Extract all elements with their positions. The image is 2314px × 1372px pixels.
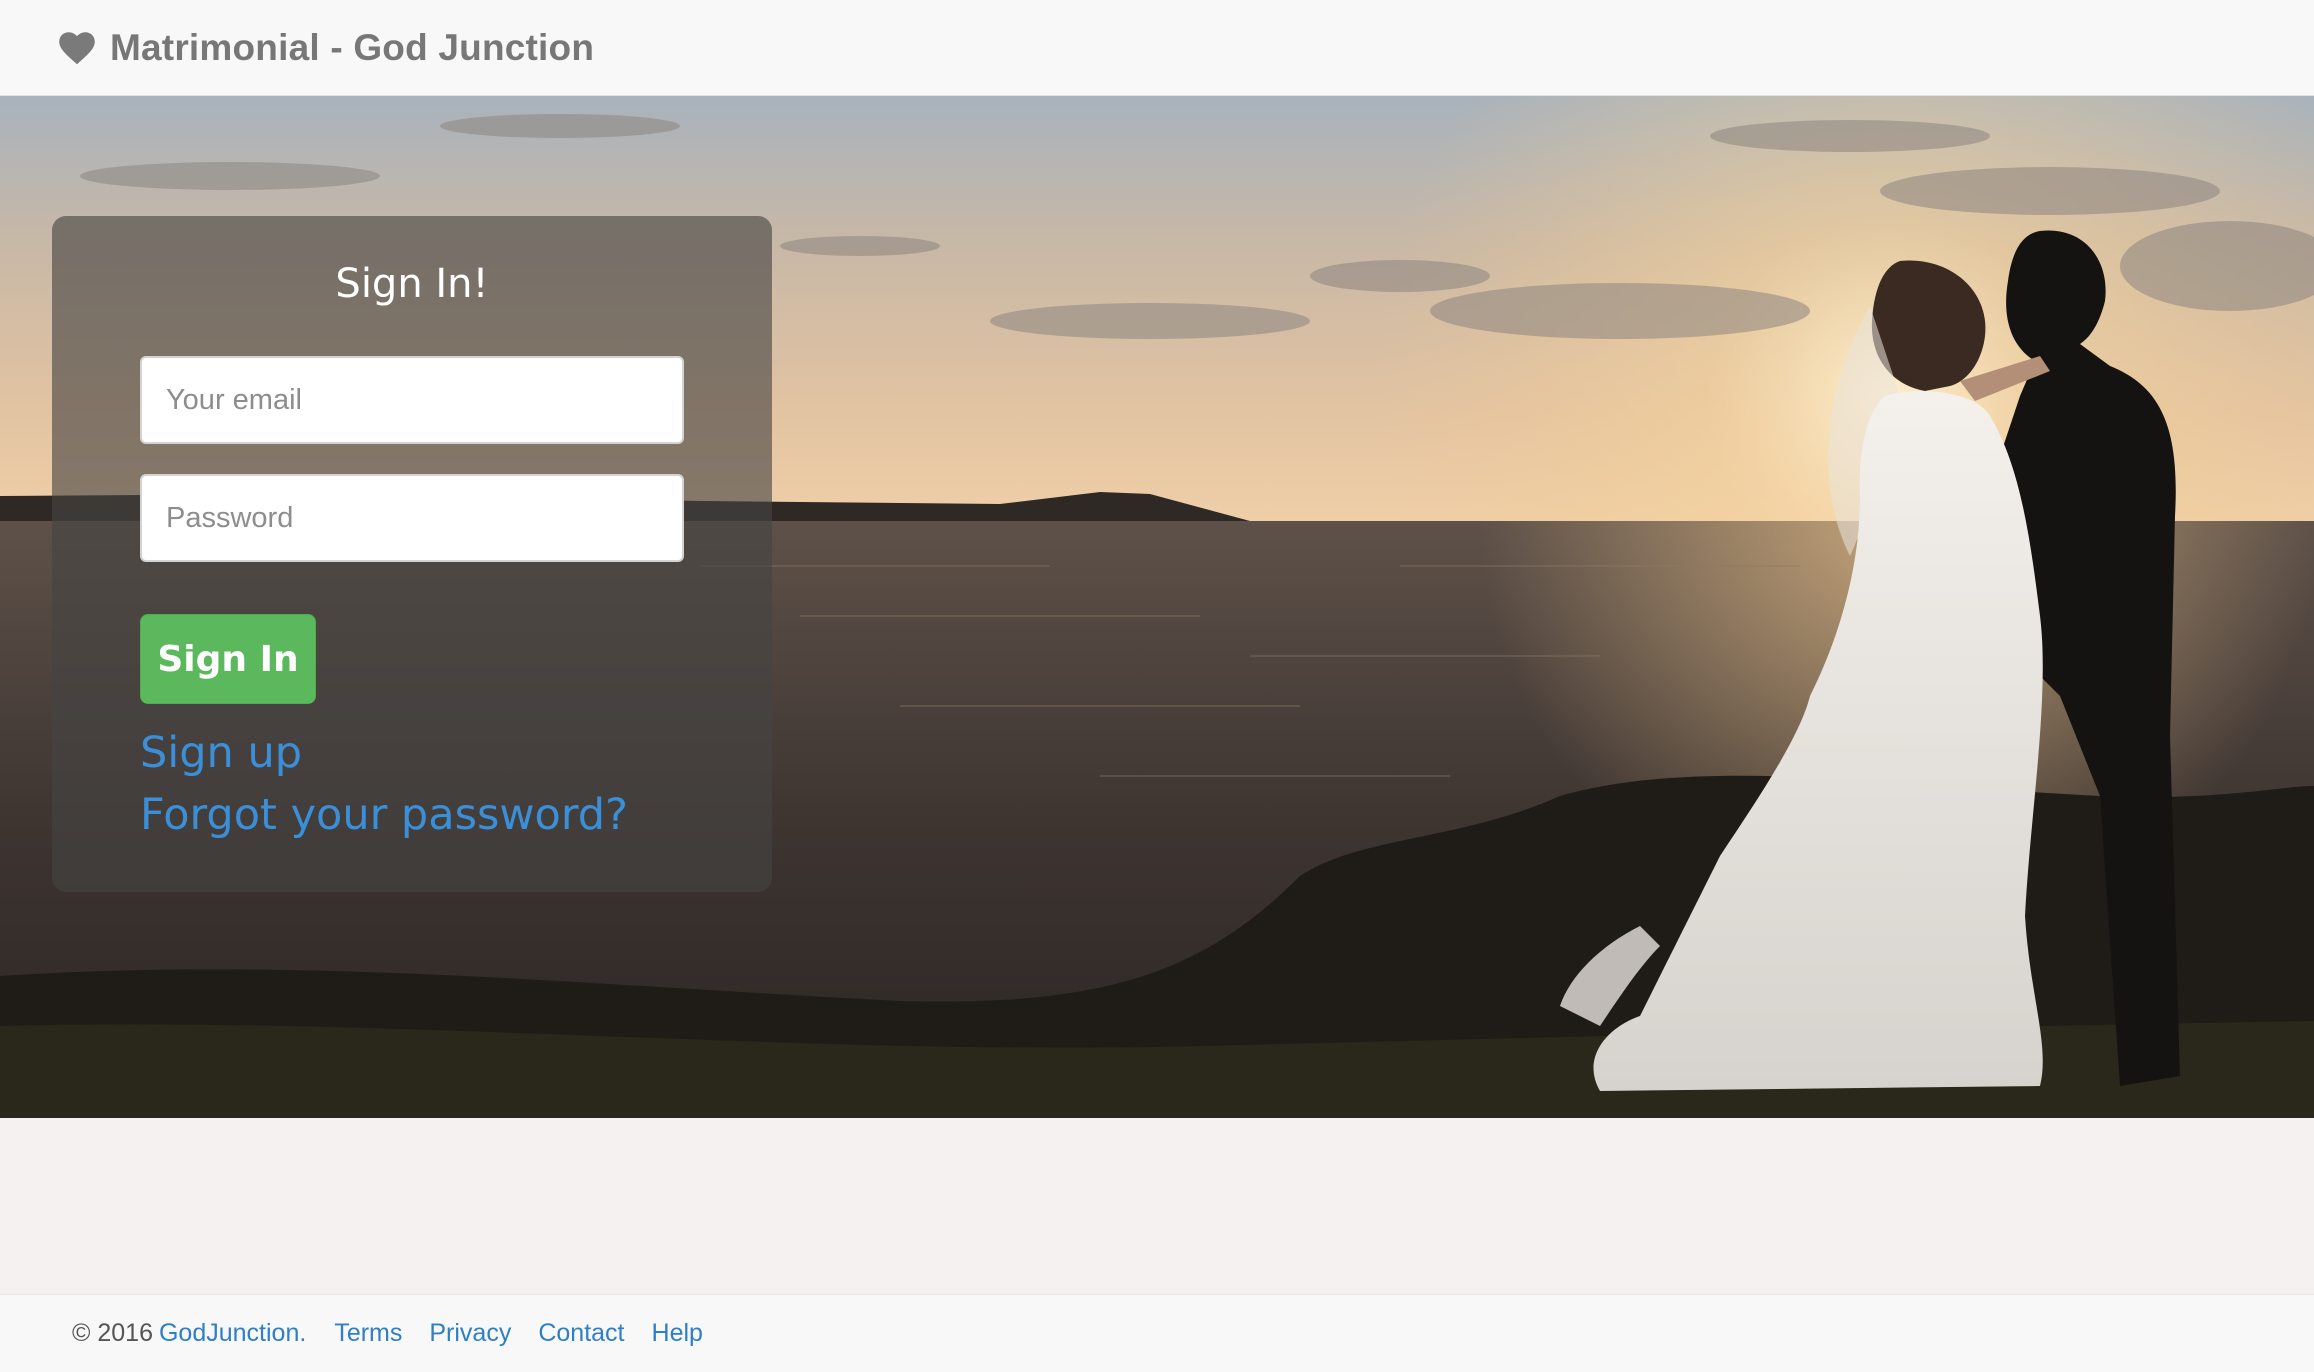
footer-link-privacy[interactable]: Privacy [429, 1319, 511, 1348]
password-field[interactable] [140, 474, 684, 562]
copyright-text: © 2016 [72, 1319, 153, 1347]
footer-dot: . [299, 1319, 307, 1347]
signin-title: Sign In! [335, 261, 489, 307]
footer-link-terms[interactable]: Terms [334, 1319, 402, 1348]
signin-panel: Sign In! Sign In Sign up Forgot your pas… [52, 216, 772, 892]
navbar: Matrimonial - God Junction [0, 0, 2314, 96]
footer-link-help[interactable]: Help [652, 1319, 703, 1348]
footer-link-contact[interactable]: Contact [538, 1319, 624, 1348]
footer-brand-link[interactable]: GodJunction [159, 1319, 299, 1348]
forgot-password-link[interactable]: Forgot your password? [140, 784, 684, 846]
hero-section: Sign In! Sign In Sign up Forgot your pas… [0, 96, 2314, 1118]
email-field[interactable] [140, 356, 684, 444]
brand-title: Matrimonial - God Junction [110, 26, 595, 68]
footer: © 2016 GodJunction . Terms Privacy Conta… [0, 1294, 2314, 1372]
signin-button[interactable]: Sign In [140, 614, 316, 704]
heart-icon [58, 31, 96, 65]
signup-link[interactable]: Sign up [140, 722, 684, 784]
brand-link[interactable]: Matrimonial - God Junction [58, 27, 594, 69]
